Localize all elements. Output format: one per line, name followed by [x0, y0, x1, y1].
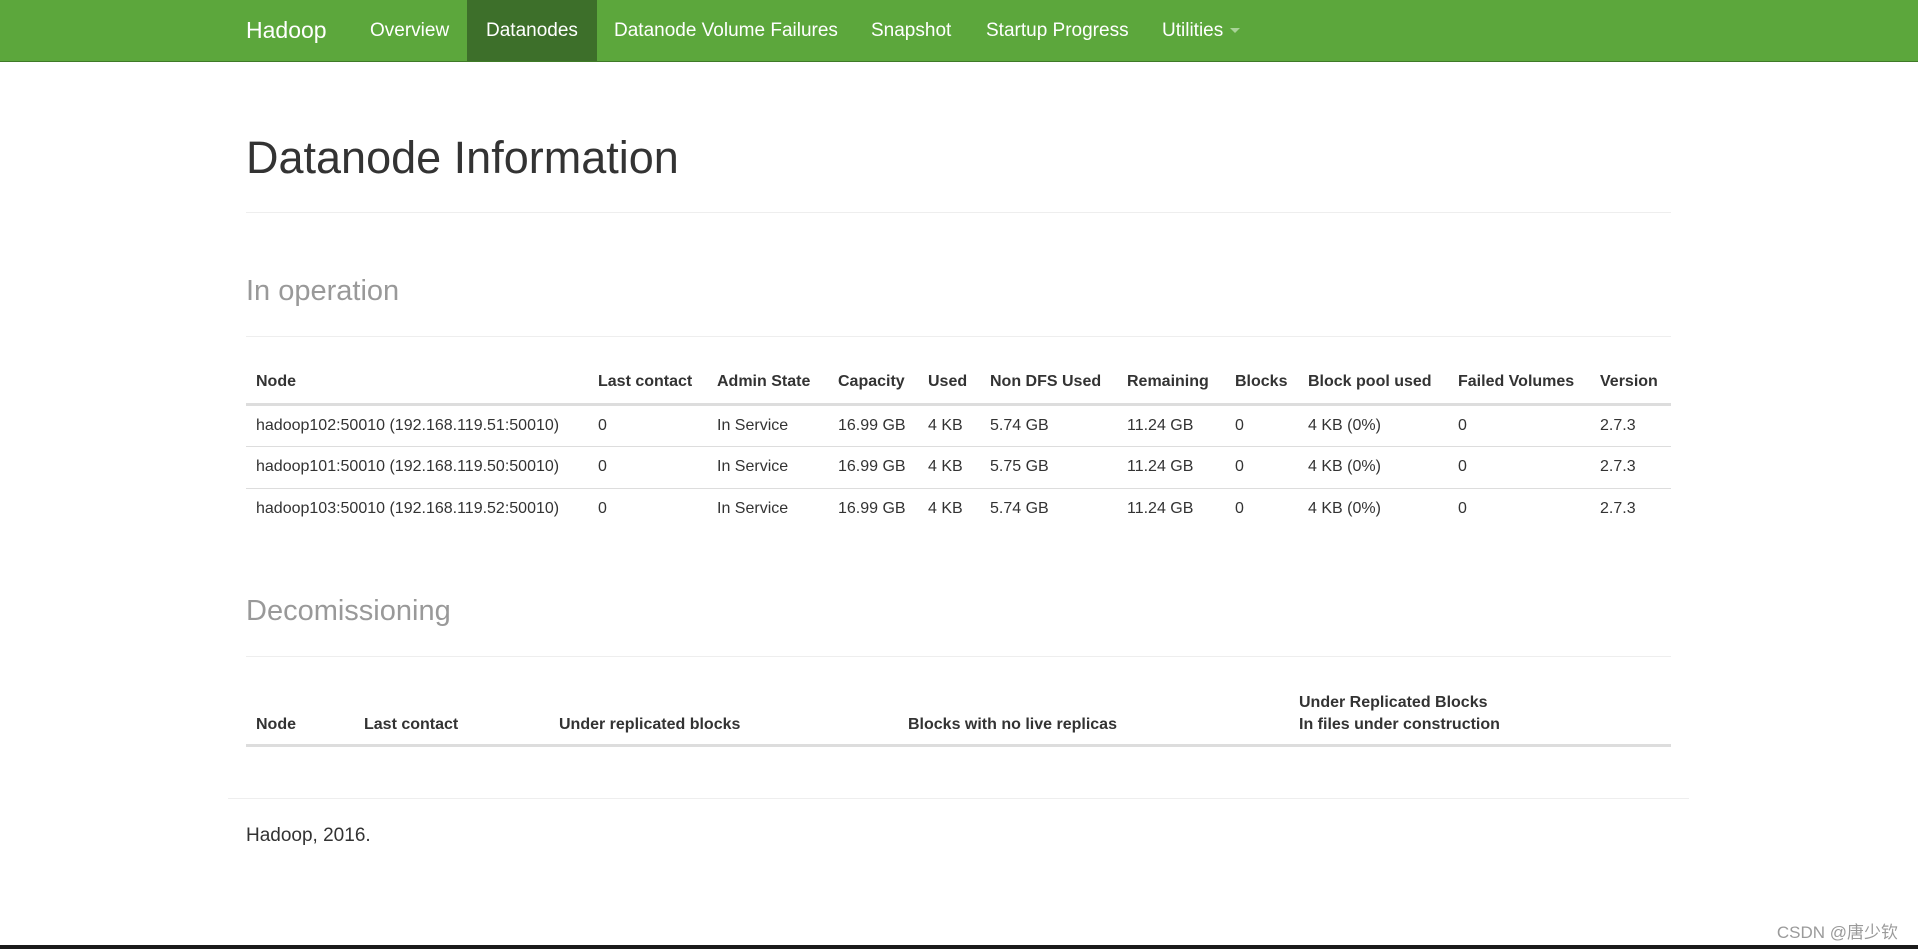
cell-remaining: 11.24 GB	[1117, 445, 1225, 488]
table-row: hadoop103:50010 (192.168.119.52:50010) 0…	[246, 487, 1671, 530]
column-header-capacity[interactable]: Capacity	[828, 362, 918, 406]
cell-capacity: 16.99 GB	[838, 416, 906, 434]
column-header-non-dfs-used[interactable]: Non DFS Used	[980, 362, 1117, 406]
column-header-used[interactable]: Used	[918, 362, 980, 406]
column-header-blocks[interactable]: Blocks	[1225, 362, 1298, 406]
cell-non-dfs-used: 5.74 GB	[980, 487, 1117, 530]
nav-snapshot[interactable]: Snapshot	[852, 0, 970, 61]
cell-last-contact: 0	[598, 416, 607, 434]
cell-last-contact: 0	[588, 445, 707, 488]
cell-failed-volumes: 0	[1448, 487, 1590, 530]
cell-block-pool-used: 4 KB (0%)	[1308, 416, 1381, 434]
cell-admin-state: In Service	[717, 416, 789, 434]
cell-block-pool-used: 4 KB (0%)	[1298, 445, 1448, 488]
cell-last-contact: 0	[588, 487, 707, 530]
cell-version: 2.7.3	[1590, 445, 1671, 488]
cell-remaining: 11.24 GB	[1127, 416, 1194, 434]
nav-utilities-label: Utilities	[1162, 20, 1224, 41]
footer-text: Hadoop, 2016.	[246, 825, 371, 846]
cell-node: hadoop102:50010 (192.168.119.51:50010)	[256, 416, 560, 434]
cell-remaining: 11.24 GB	[1117, 487, 1225, 530]
section-title-in-operation: In operation	[246, 275, 400, 307]
header-line: Under Replicated Blocks	[1299, 693, 1488, 711]
cell-failed-volumes: 0	[1448, 445, 1590, 488]
table-row: hadoop101:50010 (192.168.119.50:50010) 0…	[246, 445, 1671, 488]
footer-divider	[228, 798, 1689, 799]
cell-capacity: 16.99 GB	[828, 487, 918, 530]
cell-used: 4 KB	[918, 445, 980, 488]
nav-datanodes[interactable]: Datanodes	[467, 0, 597, 61]
cell-node: hadoop103:50010 (192.168.119.52:50010)	[246, 487, 588, 530]
cell-used: 4 KB	[928, 416, 963, 434]
column-header-node[interactable]: Node	[246, 362, 588, 406]
nav-utilities-dropdown[interactable]: Utilities	[1143, 0, 1259, 61]
column-header-blocks-no-live-replicas[interactable]: Blocks with no live replicas	[898, 683, 1289, 747]
header-line: In files under construction	[1299, 715, 1500, 733]
caret-down-icon	[1230, 28, 1241, 34]
cell-non-dfs-used: 5.74 GB	[990, 416, 1049, 434]
column-header-version[interactable]: Version	[1590, 362, 1671, 406]
divider	[246, 212, 1671, 213]
table-header-row: Node Last contact Admin State Capacity U…	[246, 362, 1671, 406]
brand-logo[interactable]: Hadoop	[246, 0, 327, 61]
page-title: Datanode Information	[246, 132, 679, 183]
top-navbar: Hadoop Overview Datanodes Datanode Volum…	[0, 0, 1918, 62]
column-header-failed-volumes[interactable]: Failed Volumes	[1448, 362, 1590, 406]
table-row: hadoop102:50010 (192.168.119.51:50010) 0…	[246, 404, 1671, 446]
cell-failed-volumes: 0	[1458, 416, 1467, 434]
cell-version: 2.7.3	[1590, 487, 1671, 530]
bottom-edge	[0, 945, 1918, 949]
watermark: CSDN @唐少钦	[1776, 923, 1898, 942]
cell-admin-state: In Service	[707, 445, 828, 488]
cell-used: 4 KB	[918, 487, 980, 530]
cell-capacity: 16.99 GB	[828, 445, 918, 488]
cell-node: hadoop101:50010 (192.168.119.50:50010)	[246, 445, 588, 488]
divider	[246, 656, 1671, 657]
section-title-decomissioning: Decomissioning	[246, 595, 451, 627]
cell-version: 2.7.3	[1600, 416, 1636, 434]
nav-startup-progress[interactable]: Startup Progress	[967, 0, 1148, 61]
column-header-under-replicated-in-construction[interactable]: Under Replicated Blocks In files under co…	[1289, 683, 1671, 747]
cell-block-pool-used: 4 KB (0%)	[1298, 487, 1448, 530]
cell-blocks: 0	[1225, 487, 1298, 530]
divider	[246, 336, 1671, 337]
cell-non-dfs-used: 5.75 GB	[980, 445, 1117, 488]
column-header-remaining[interactable]: Remaining	[1117, 362, 1225, 406]
table-header-row: Node Last contact Under replicated block…	[246, 683, 1671, 747]
in-operation-table: Node Last contact Admin State Capacity U…	[246, 362, 1671, 530]
column-header-admin-state[interactable]: Admin State	[707, 362, 828, 406]
nav-overview[interactable]: Overview	[351, 0, 468, 61]
column-header-node[interactable]: Node	[246, 683, 354, 747]
column-header-under-replicated-blocks[interactable]: Under replicated blocks	[549, 683, 898, 747]
column-header-last-contact[interactable]: Last contact	[588, 362, 707, 406]
decomissioning-table: Node Last contact Under replicated block…	[246, 683, 1671, 747]
cell-blocks: 0	[1225, 445, 1298, 488]
cell-blocks: 0	[1235, 416, 1244, 434]
column-header-block-pool-used[interactable]: Block pool used	[1298, 362, 1448, 406]
column-header-last-contact[interactable]: Last contact	[354, 683, 549, 747]
nav-datanode-volume-failures[interactable]: Datanode Volume Failures	[595, 0, 857, 61]
cell-admin-state: In Service	[707, 487, 828, 530]
